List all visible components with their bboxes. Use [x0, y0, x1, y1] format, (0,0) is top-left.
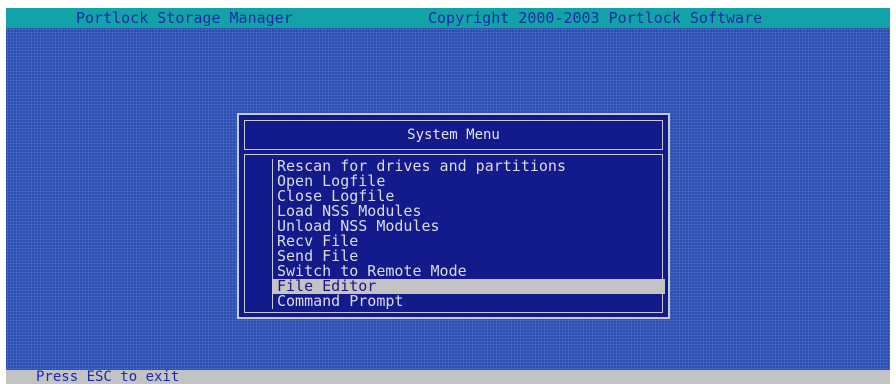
dialog-title: System Menu — [244, 120, 663, 150]
desktop-background: System Menu Rescan for drives and partit… — [6, 28, 890, 370]
title-bar: Portlock Storage Manager Copyright 2000-… — [6, 8, 890, 28]
status-text: Press ESC to exit — [36, 370, 180, 384]
system-menu-dialog: System Menu Rescan for drives and partit… — [237, 113, 670, 319]
app-title: Portlock Storage Manager — [76, 9, 293, 27]
status-bar: Press ESC to exit — [6, 370, 890, 384]
menu-frame: Rescan for drives and partitions Open Lo… — [244, 154, 665, 313]
screen: Portlock Storage Manager Copyright 2000-… — [0, 0, 896, 384]
menu-item-command-prompt[interactable]: Command Prompt — [272, 294, 665, 309]
copyright-notice: Copyright 2000-2003 Portlock Software — [428, 9, 763, 27]
system-menu-list: Rescan for drives and partitions Open Lo… — [272, 159, 665, 309]
